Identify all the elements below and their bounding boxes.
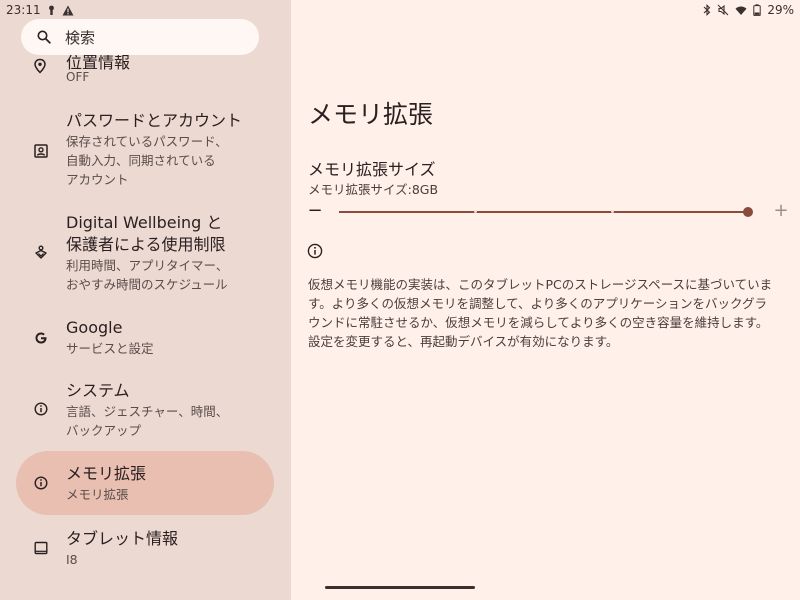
decrease-button[interactable]: − — [305, 200, 325, 224]
sidebar-item-subtitle: おやすみ時間のスケジュール — [66, 277, 228, 292]
sidebar-item-system[interactable]: システム 言語、ジェスチャー、時間、 バックアップ — [0, 376, 291, 444]
sidebar-item-subtitle: メモリ拡張 — [66, 487, 129, 502]
warning-icon — [62, 5, 74, 15]
sidebar-item-title: Google — [66, 318, 123, 337]
wifi-icon — [735, 6, 747, 15]
increase-button[interactable]: + — [771, 200, 791, 224]
navigation-handle[interactable] — [325, 586, 475, 589]
sidebar-item-subtitle: 利用時間、アプリタイマー、 — [66, 258, 229, 273]
slider-thumb[interactable] — [743, 207, 753, 217]
sidebar-item-subtitle: I8 — [66, 552, 78, 567]
memory-description: 仮想メモリ機能の実装は、このタブレットPCのストレージスペースに基づいています。… — [308, 277, 773, 349]
account-box-icon — [32, 142, 50, 160]
sidebar-item-title: Digital Wellbeing と — [66, 213, 223, 232]
sidebar-item-digital-wellbeing[interactable]: Digital Wellbeing と 保護者による使用制限 利用時間、アプリタ… — [0, 206, 291, 302]
sidebar-item-subtitle: アカウント — [66, 172, 129, 187]
sidebar-item-passwords-accounts[interactable]: パスワードとアカウント 保存されているパスワード、 自動入力、同期されている ア… — [0, 104, 291, 200]
status-time: 23:11 — [6, 3, 41, 17]
sidebar-item-subtitle: 自動入力、同期されている — [66, 153, 216, 168]
sidebar-item-subtitle: サービスと設定 — [66, 341, 154, 356]
sidebar-item-title: システム — [66, 381, 130, 400]
search-label: 検索 — [65, 28, 96, 47]
sidebar-item-title: パスワードとアカウント — [66, 111, 243, 130]
settings-sidebar: 検索 位置情報 OFF パスワードとアカウント 保存されているパスワード、 自動… — [0, 0, 291, 600]
sidebar-item-subtitle: 言語、ジェスチャー、時間、 — [66, 404, 229, 419]
slider-track[interactable] — [339, 211, 749, 213]
slider-tick — [474, 210, 477, 213]
slider-tick — [611, 210, 614, 213]
memory-size-slider[interactable]: − + — [305, 200, 795, 224]
sidebar-item-subtitle: OFF — [66, 70, 90, 84]
sidebar-item-title: メモリ拡張 — [66, 464, 147, 483]
sidebar-item-tablet-info[interactable]: タブレット情報 I8 — [0, 522, 291, 576]
page-title: メモリ拡張 — [308, 100, 434, 129]
bluetooth-icon — [703, 4, 711, 16]
sidebar-item-subtitle: 保存されているパスワード、 — [66, 134, 228, 149]
google-icon — [32, 329, 50, 347]
sidebar-item-title-line2: 保護者による使用制限 — [66, 235, 226, 254]
sidebar-item-location[interactable]: 位置情報 OFF — [0, 55, 291, 90]
status-bar-left: 23:11 — [6, 2, 74, 18]
status-bar-right: 29% — [703, 2, 794, 18]
search-icon — [37, 30, 51, 44]
battery-percent: 29% — [767, 3, 794, 17]
security-icon — [48, 5, 54, 15]
memory-size-title: メモリ拡張サイズ — [308, 160, 436, 179]
sidebar-item-google[interactable]: Google サービスと設定 — [0, 312, 291, 366]
memory-size-value: メモリ拡張サイズ:8GB — [308, 182, 439, 197]
sidebar-item-title: タブレット情報 — [66, 529, 179, 548]
mute-icon — [717, 4, 729, 16]
search-bar[interactable]: 検索 — [21, 19, 259, 55]
wellbeing-icon — [32, 244, 50, 262]
location-icon — [34, 58, 46, 74]
info-icon — [32, 474, 50, 492]
info-icon — [307, 243, 323, 259]
sidebar-item-subtitle: バックアップ — [66, 423, 142, 438]
battery-icon — [753, 4, 762, 16]
main-content: メモリ拡張 メモリ拡張サイズ メモリ拡張サイズ:8GB − + 仮想メモリ機能の… — [291, 0, 800, 600]
tablet-icon — [32, 539, 50, 557]
info-icon — [32, 400, 50, 418]
sidebar-item-memory-expansion[interactable]: メモリ拡張 メモリ拡張 — [16, 451, 274, 515]
